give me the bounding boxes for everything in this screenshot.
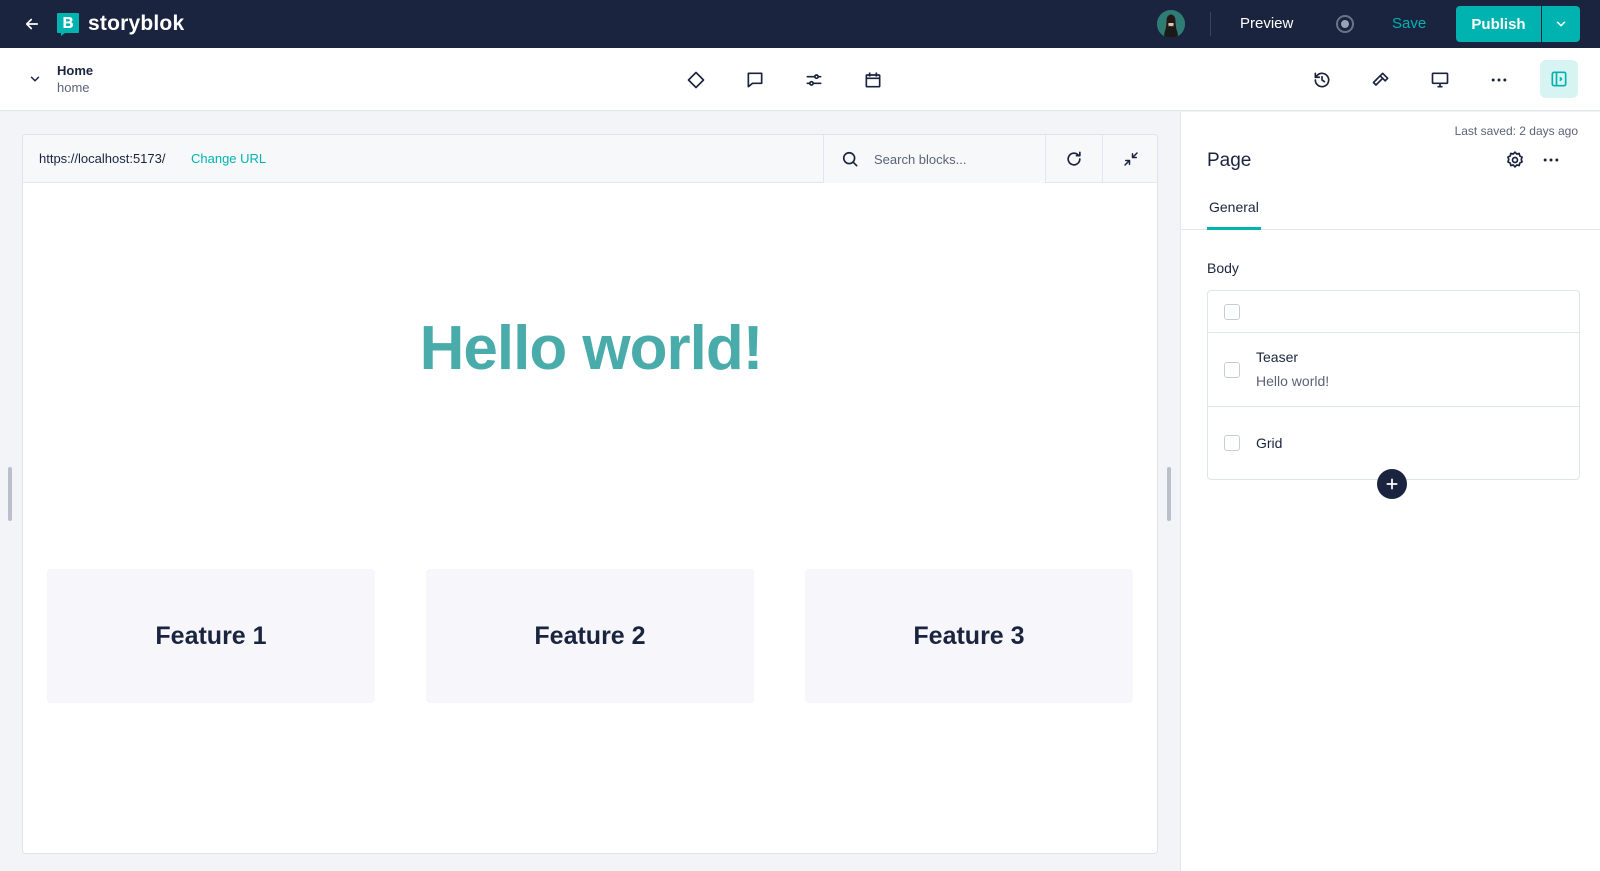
- block-name: Grid: [1256, 435, 1283, 451]
- select-all-checkbox[interactable]: [1224, 304, 1240, 320]
- right-resize-handle[interactable]: [1167, 467, 1171, 521]
- story-title: Home: [57, 63, 94, 78]
- hero-title[interactable]: Hello world!: [23, 313, 1157, 384]
- feature-card[interactable]: Feature 3: [805, 569, 1133, 703]
- settings-sliders-button[interactable]: [800, 66, 828, 94]
- chevron-down-icon: [1556, 21, 1566, 27]
- refresh-icon: [1067, 151, 1081, 166]
- chevron-down-icon: [30, 76, 40, 82]
- record-icon[interactable]: [1336, 15, 1354, 33]
- hammer-icon: [1372, 72, 1389, 86]
- storyblok-logo[interactable]: storyblok: [56, 12, 184, 36]
- panel-toggle-icon: [1551, 71, 1567, 87]
- minimize-button[interactable]: [1102, 135, 1157, 183]
- save-button[interactable]: Save: [1384, 0, 1434, 48]
- toggle-panel-button[interactable]: [1540, 60, 1578, 98]
- brand-name: storyblok: [88, 12, 185, 35]
- preview-url: https://localhost:5173/: [39, 151, 166, 166]
- add-block-button[interactable]: [1377, 469, 1407, 499]
- history-button[interactable]: [1308, 66, 1336, 94]
- block-checkbox[interactable]: [1224, 435, 1240, 451]
- last-saved-status: Last saved: 2 days ago: [1454, 124, 1578, 138]
- feature-card[interactable]: Feature 1: [47, 569, 375, 703]
- monitor-icon: [1431, 72, 1449, 88]
- preview-button[interactable]: Preview: [1228, 0, 1305, 48]
- panel-more-button[interactable]: [1539, 148, 1563, 172]
- gear-icon: [1507, 151, 1523, 168]
- left-resize-handle[interactable]: [8, 467, 12, 521]
- visual-preview: https://localhost:5173/ Change URL Hello…: [22, 134, 1158, 854]
- search-blocks-input[interactable]: [874, 147, 1034, 171]
- user-avatar[interactable]: [1157, 10, 1185, 38]
- refresh-button[interactable]: [1045, 135, 1102, 183]
- list-item-teaser[interactable]: Teaser Hello world!: [1208, 333, 1579, 407]
- dev-tools-button[interactable]: [1367, 66, 1395, 94]
- device-preview-button[interactable]: [1426, 66, 1454, 94]
- comment-icon: [747, 72, 763, 88]
- panel-title: Page: [1207, 150, 1252, 171]
- change-url-link[interactable]: Change URL: [191, 151, 266, 166]
- panel-settings-button[interactable]: [1503, 148, 1527, 172]
- tab-general[interactable]: General: [1207, 192, 1261, 230]
- back-button[interactable]: [20, 12, 44, 36]
- body-field-label: Body: [1207, 260, 1239, 276]
- block-checkbox[interactable]: [1224, 362, 1240, 378]
- block-subtitle: Hello world!: [1256, 373, 1330, 389]
- panel-tabs: General: [1181, 192, 1600, 230]
- calendar-icon: [865, 72, 881, 88]
- avatar-image-icon: [1157, 10, 1185, 38]
- search-icon: [842, 151, 858, 167]
- block-search: [823, 135, 1045, 183]
- arrow-left-icon: [25, 18, 39, 30]
- diamond-icon: [687, 71, 705, 89]
- story-header: Home home: [0, 48, 1600, 111]
- schedule-button[interactable]: [859, 66, 887, 94]
- story-slug: home: [57, 80, 90, 95]
- comments-button[interactable]: [741, 66, 769, 94]
- list-item[interactable]: [1208, 291, 1579, 333]
- history-icon: [1314, 72, 1330, 88]
- plus-icon: [1386, 478, 1398, 490]
- feature-card[interactable]: Feature 2: [426, 569, 754, 703]
- publish-button[interactable]: Publish: [1456, 6, 1541, 42]
- storyblok-logo-icon: [57, 13, 79, 36]
- more-icon: [1543, 158, 1559, 162]
- preview-toolbar: https://localhost:5173/ Change URL: [23, 135, 1157, 183]
- more-options-button[interactable]: [1485, 66, 1513, 94]
- collapse-icon: [1124, 152, 1138, 166]
- more-icon: [1491, 78, 1507, 82]
- top-divider: [1210, 12, 1211, 36]
- block-editor-panel: Last saved: 2 days ago Page General Body…: [1180, 112, 1600, 871]
- components-button[interactable]: [682, 66, 710, 94]
- story-switcher-button[interactable]: [24, 68, 46, 90]
- body-block-list: Teaser Hello world! Grid: [1207, 290, 1580, 480]
- publish-options-button[interactable]: [1542, 6, 1580, 42]
- block-name: Teaser: [1256, 349, 1299, 365]
- sliders-icon: [806, 74, 822, 86]
- top-bar: storyblok Preview Save Publish: [0, 0, 1600, 48]
